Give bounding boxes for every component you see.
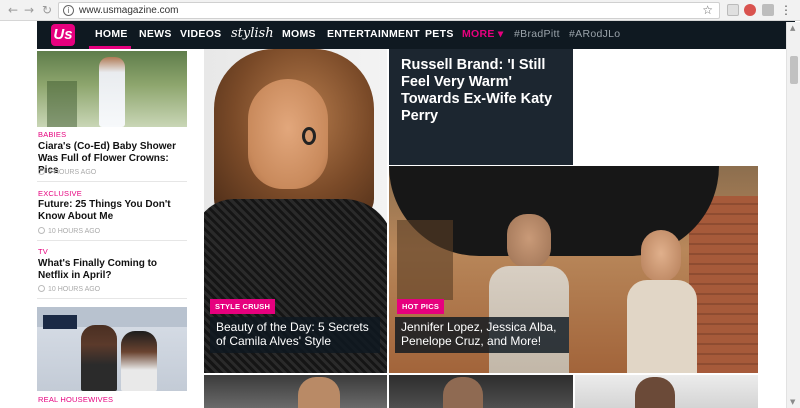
story-headline[interactable]: What's Finally Coming to Netflix in Apri… (38, 258, 188, 282)
address-bar[interactable]: i www.usmagazine.com ☆ (58, 2, 720, 19)
nav-entertainment[interactable]: ENTERTAINMENT (327, 28, 420, 40)
story-time-text: 9 HOURS AGO (48, 169, 97, 176)
info-icon[interactable]: i (63, 5, 74, 16)
nav-tag-arodjlo[interactable]: #ARodJLo (569, 28, 620, 40)
us-logo[interactable]: Us (51, 24, 75, 46)
feature-headline[interactable]: Russell Brand: 'I Still Feel Very Warm' … (401, 57, 569, 125)
story-category[interactable]: TV (38, 247, 48, 256)
clock-icon (38, 227, 45, 234)
badge-hot-pics[interactable]: HOT PICS (397, 299, 445, 314)
extension-gray-icon[interactable] (762, 4, 774, 16)
feature-hot-pics[interactable]: HOT PICS Jennifer Lopez, Jessica Alba, P… (389, 166, 758, 373)
bookmark-star-icon[interactable]: ☆ (702, 3, 713, 17)
story-time: 9 HOURS AGO (38, 168, 96, 176)
story-category[interactable]: BABIES (38, 130, 66, 139)
story-time: 10 HOURS AGO (38, 227, 100, 235)
extension-badge-icon[interactable] (744, 4, 756, 16)
story-thumbnail[interactable] (37, 51, 187, 127)
reload-icon[interactable]: ↻ (40, 3, 54, 17)
story-headline[interactable]: Future: 25 Things You Don't Know About M… (38, 199, 188, 223)
story-tile[interactable] (204, 375, 387, 408)
scrollbar-thumb[interactable] (790, 56, 798, 84)
browser-toolbar: ← → ↻ i www.usmagazine.com ☆ ⋮ (0, 0, 800, 21)
divider (37, 240, 187, 241)
page-scrollbar[interactable]: ▲ ▼ (786, 22, 800, 408)
divider (37, 181, 187, 182)
story-time-text: 10 HOURS AGO (48, 228, 101, 235)
nav-moms[interactable]: MOMS (282, 28, 316, 40)
feature-headline[interactable]: Beauty of the Day: 5 Secrets of Camila A… (210, 317, 380, 353)
nav-home[interactable]: HOME (95, 28, 128, 40)
site-navigation: Us HOME NEWS VIDEOS stylish MOMS ENTERTA… (37, 21, 795, 49)
story-time-text: 10 HOURS AGO (48, 286, 101, 293)
badge-style-crush[interactable]: STYLE CRUSH (210, 299, 276, 314)
story-thumbnail[interactable] (37, 307, 187, 391)
story-time: 10 HOURS AGO (38, 285, 100, 293)
nav-news[interactable]: NEWS (139, 28, 172, 40)
extension-icon[interactable] (727, 4, 739, 16)
story-category[interactable]: REAL HOUSEWIVES (38, 395, 113, 404)
nav-more[interactable]: MORE ▾ (462, 28, 504, 40)
forward-icon[interactable]: → (22, 3, 36, 17)
feature-style-crush[interactable]: STYLE CRUSH Beauty of the Day: 5 Secrets… (204, 49, 387, 373)
clock-icon (38, 285, 45, 292)
url-text[interactable]: www.usmagazine.com (79, 5, 178, 16)
feature-headline[interactable]: Jennifer Lopez, Jessica Alba, Penelope C… (395, 317, 569, 353)
clock-icon (38, 168, 45, 175)
story-category[interactable]: EXCLUSIVE (38, 189, 82, 198)
nav-tag-bradpitt[interactable]: #BradPitt (514, 28, 560, 40)
divider (37, 298, 187, 299)
nav-videos[interactable]: VIDEOS (180, 28, 221, 40)
menu-icon[interactable]: ⋮ (780, 3, 792, 17)
nav-pets[interactable]: PETS (425, 28, 454, 40)
sidebar-stories: BABIES Ciara's (Co-Ed) Baby Shower Was F… (37, 49, 187, 408)
story-tile[interactable] (389, 375, 573, 408)
feature-russell-brand[interactable]: Russell Brand: 'I Still Feel Very Warm' … (389, 49, 573, 165)
story-tile[interactable] (575, 375, 758, 408)
nav-stylish[interactable]: stylish (231, 26, 274, 41)
back-icon[interactable]: ← (6, 3, 20, 17)
scroll-down-icon[interactable]: ▼ (790, 398, 795, 406)
scroll-up-icon[interactable]: ▲ (790, 24, 795, 32)
